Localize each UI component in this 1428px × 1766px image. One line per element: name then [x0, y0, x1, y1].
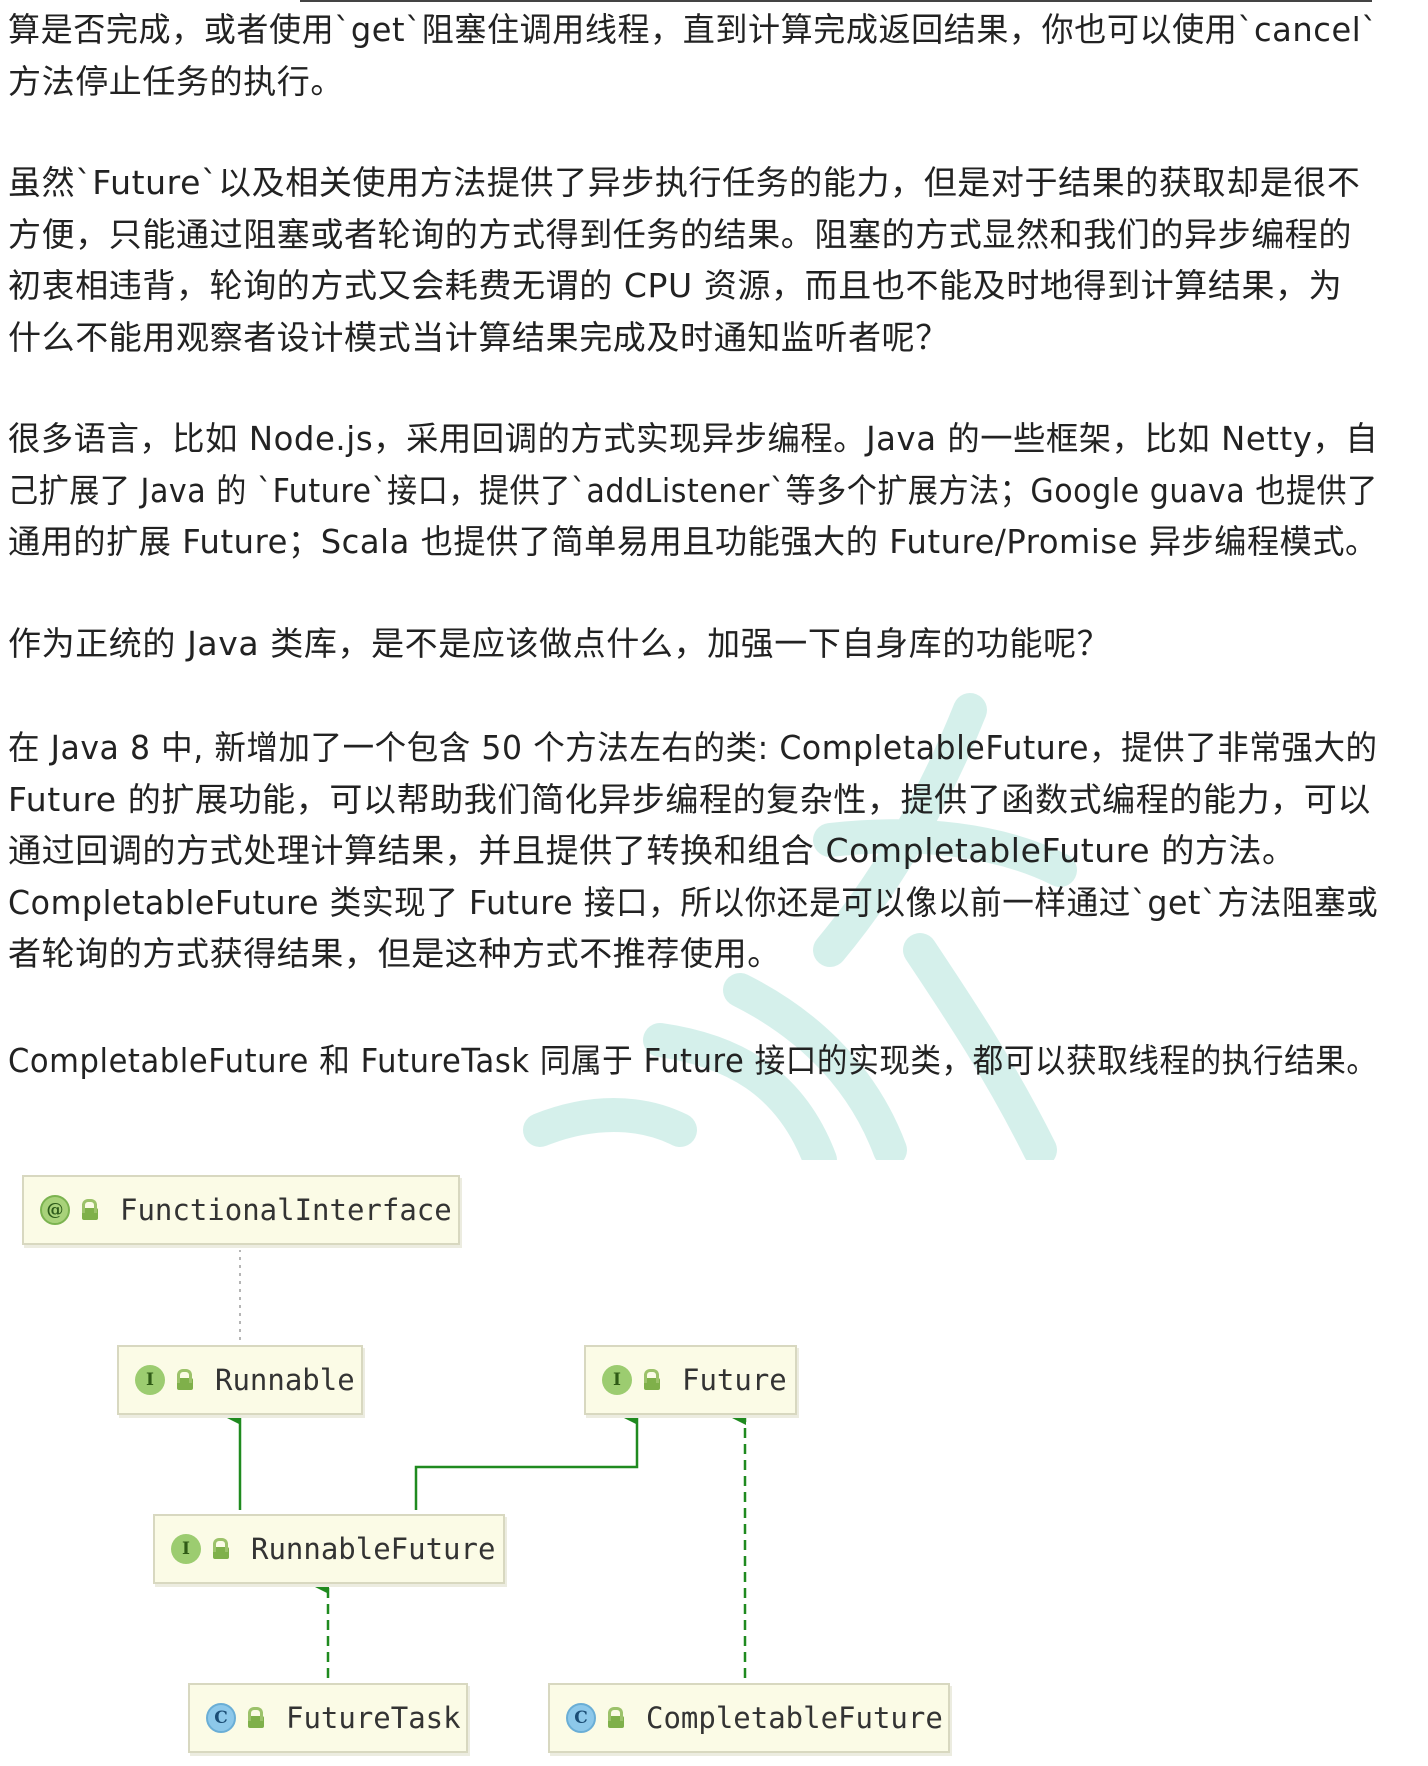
node-label: FutureTask — [286, 1701, 461, 1735]
diagram-edges — [227, 1250, 747, 1678]
lock-icon — [213, 1538, 229, 1560]
node-label: Future — [682, 1363, 787, 1397]
lock-icon — [644, 1369, 660, 1391]
lock-icon — [82, 1199, 98, 1221]
interface-badge-icon: I — [135, 1365, 165, 1395]
node-label: FunctionalInterface — [120, 1193, 452, 1227]
node-functional-interface: @ FunctionalInterface — [22, 1175, 460, 1245]
node-runnable-future: I RunnableFuture — [153, 1514, 505, 1584]
node-label: RunnableFuture — [251, 1532, 496, 1566]
node-label: Runnable — [215, 1363, 355, 1397]
edge-runnablefuture-future — [414, 1411, 639, 1510]
class-badge-icon: C — [566, 1703, 596, 1733]
lock-icon — [177, 1369, 193, 1391]
lock-icon — [248, 1707, 264, 1729]
node-future: I Future — [584, 1345, 797, 1415]
node-completable-future: C CompletableFuture — [548, 1683, 950, 1753]
interface-badge-icon: I — [171, 1534, 201, 1564]
class-badge-icon: C — [206, 1703, 236, 1733]
annotation-badge-icon: @ — [40, 1195, 70, 1225]
node-runnable: I Runnable — [117, 1345, 363, 1415]
node-label: CompletableFuture — [646, 1701, 943, 1735]
node-future-task: C FutureTask — [188, 1683, 468, 1753]
interface-badge-icon: I — [602, 1365, 632, 1395]
lock-icon — [608, 1707, 624, 1729]
